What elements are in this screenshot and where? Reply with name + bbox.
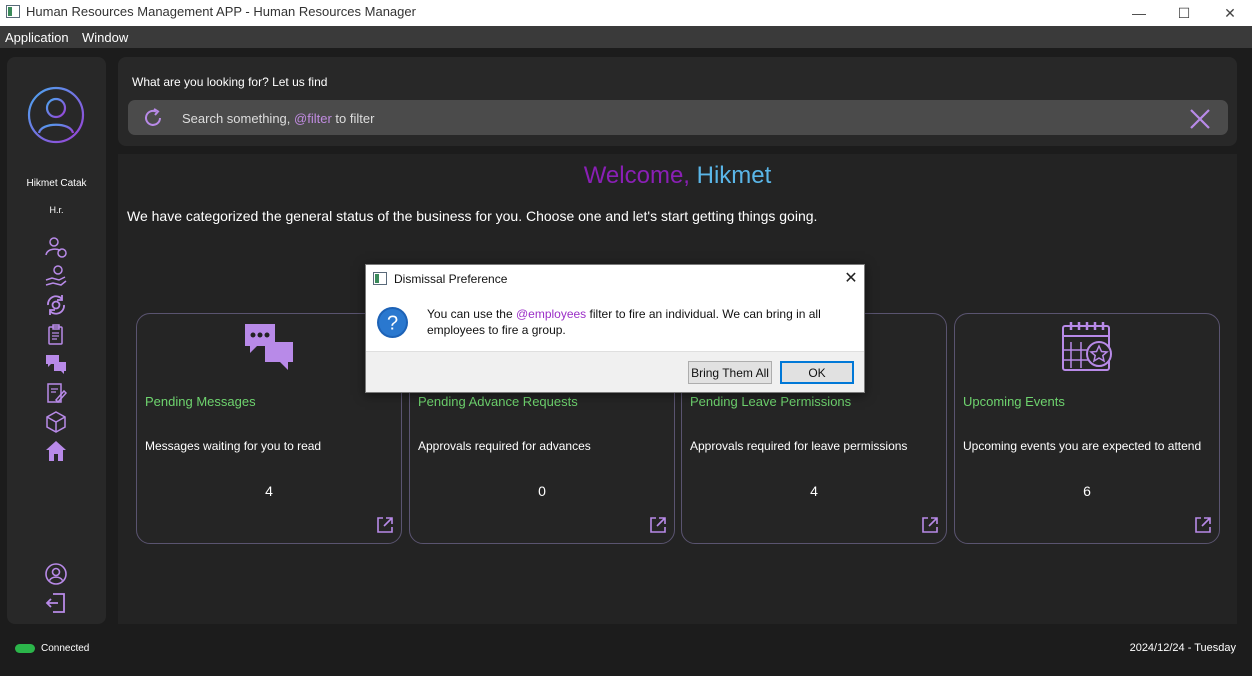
search-placeholder-suffix: to filter <box>331 111 375 126</box>
dialog-message-filter: @employees <box>515 307 587 321</box>
card-description: Approvals required for advances <box>418 439 591 453</box>
search-placeholder-filter: @filter <box>294 111 332 126</box>
card-pending-messages[interactable]: Pending Messages Messages waiting for yo… <box>136 313 402 544</box>
card-count: 4 <box>810 483 818 499</box>
app-icon <box>6 5 20 18</box>
edit-document-icon[interactable] <box>44 381 68 405</box>
svg-text:?: ? <box>387 313 398 335</box>
card-description: Messages waiting for you to read <box>145 439 322 453</box>
welcome-heading: Welcome, Hikmet <box>118 162 1237 190</box>
current-date: 2024/12/24 - Tuesday <box>1129 642 1236 654</box>
refresh-icon[interactable] <box>142 107 164 129</box>
search-panel: What are you looking for? Let us find Se… <box>118 57 1237 146</box>
open-external-icon[interactable] <box>1194 516 1212 534</box>
welcome-prefix: Welcome, <box>583 162 697 189</box>
search-caption: What are you looking for? Let us find <box>132 75 328 89</box>
user-settings-icon[interactable] <box>44 235 68 259</box>
card-count: 6 <box>1083 483 1091 499</box>
open-external-icon[interactable] <box>921 516 939 534</box>
search-placeholder-prefix: Search something, <box>182 111 295 126</box>
title-bar: Human Resources Management APP - Human R… <box>0 0 1252 26</box>
chat-bubbles-icon[interactable] <box>44 352 68 376</box>
dismissal-preference-dialog: Dismissal Preference ✕ ? You can use the… <box>365 264 865 393</box>
logout-icon[interactable] <box>44 591 68 615</box>
dashboard-subtitle: We have categorized the general status o… <box>127 208 818 224</box>
question-icon: ? <box>377 307 408 338</box>
card-title: Pending Leave Permissions <box>690 394 852 409</box>
open-external-icon[interactable] <box>376 516 394 534</box>
card-count: 0 <box>538 483 546 499</box>
card-title: Pending Advance Requests <box>418 394 578 409</box>
maximize-button[interactable]: ☐ <box>1161 0 1207 26</box>
sidebar: Hikmet Catak H.r. <box>7 57 106 624</box>
calendar-star-icon <box>1062 322 1112 371</box>
minimize-button[interactable]: — <box>1116 0 1162 26</box>
dialog-app-icon <box>373 272 387 285</box>
card-count: 4 <box>265 483 273 499</box>
refresh-gear-icon[interactable] <box>44 293 68 317</box>
card-title: Pending Messages <box>145 394 256 409</box>
dialog-close-button[interactable]: ✕ <box>842 269 860 287</box>
open-external-icon[interactable] <box>649 516 667 534</box>
dialog-footer: Bring Them All OK <box>366 351 864 392</box>
dialog-message-prefix: You can use the <box>427 307 516 321</box>
welcome-name: Hikmet <box>696 162 772 189</box>
bring-them-all-button[interactable]: Bring Them All <box>688 361 772 384</box>
clear-icon[interactable] <box>1188 107 1212 131</box>
user-avatar-icon[interactable] <box>27 86 85 144</box>
search-input[interactable]: Search something, @filter to filter <box>128 100 1228 135</box>
menu-window[interactable]: Window <box>82 30 128 45</box>
dialog-message: You can use the @employees filter to fir… <box>427 306 847 338</box>
chat-bubbles-icon <box>245 324 293 370</box>
profile-icon[interactable] <box>44 562 68 586</box>
window-title: Human Resources Management APP - Human R… <box>26 4 416 19</box>
connection-status-icon <box>15 644 35 653</box>
user-name: Hikmet Catak <box>26 178 87 189</box>
ok-button[interactable]: OK <box>780 361 854 384</box>
card-title: Upcoming Events <box>963 394 1065 409</box>
user-role: H.r. <box>49 205 64 215</box>
card-upcoming-events[interactable]: Upcoming Events Upcoming events you are … <box>954 313 1220 544</box>
hand-coin-icon[interactable] <box>44 264 68 288</box>
package-icon[interactable] <box>44 410 68 434</box>
status-bar: Connected 2024/12/24 - Tuesday <box>0 632 1252 676</box>
home-icon[interactable] <box>44 439 68 463</box>
clipboard-icon[interactable] <box>44 323 68 347</box>
menu-bar: Application Window <box>0 26 1252 48</box>
dialog-title: Dismissal Preference <box>394 272 508 286</box>
menu-application[interactable]: Application <box>5 30 69 45</box>
search-placeholder: Search something, @filter to filter <box>182 111 374 126</box>
connection-status: Connected <box>41 643 90 654</box>
card-description: Approvals required for leave permissions <box>690 439 908 453</box>
card-description: Upcoming events you are expected to atte… <box>963 439 1202 453</box>
close-window-button[interactable]: ✕ <box>1207 0 1252 26</box>
